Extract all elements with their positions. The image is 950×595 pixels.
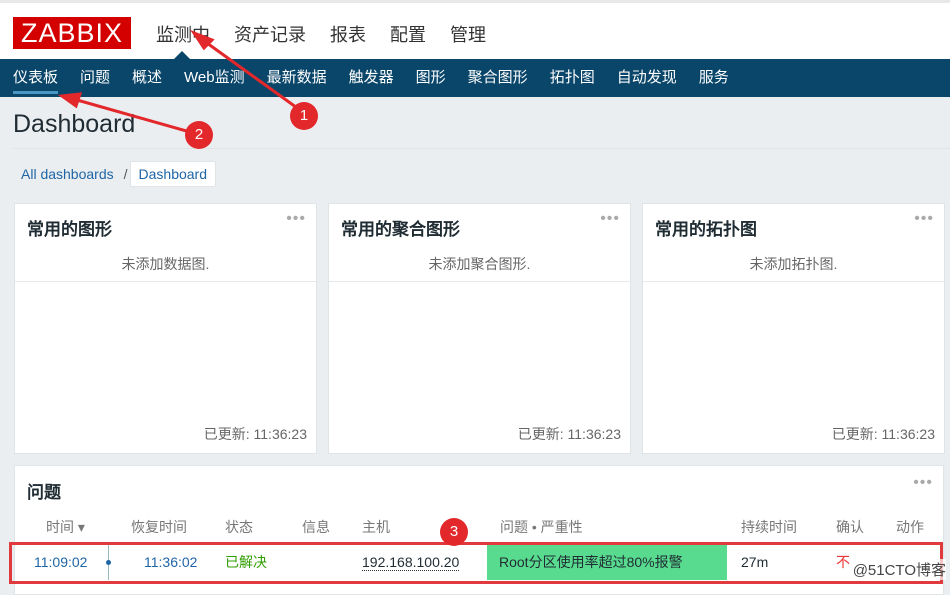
zabbix-logo[interactable]: ZABBIX bbox=[13, 17, 131, 49]
submenu-web[interactable]: Web监测 bbox=[184, 59, 245, 97]
widget-title: 常用的拓扑图 bbox=[655, 220, 757, 239]
col-time[interactable]: 时间 ▾ bbox=[46, 517, 85, 537]
updated-time: 已更新: 11:36:23 bbox=[831, 426, 935, 442]
annotation-badge-1: 1 bbox=[290, 102, 318, 130]
menu-monitoring[interactable]: 监测中 bbox=[156, 21, 210, 47]
problem-time[interactable]: 11:09:02 bbox=[34, 540, 87, 584]
problem-duration: 27m bbox=[741, 554, 769, 570]
widget-favourite-screens: 常用的聚合图形 ••• 未添加聚合图形. 已更新: 11:36:23 bbox=[328, 203, 631, 454]
page-title: Dashboard bbox=[13, 110, 136, 138]
watermark: @51CTO博客 bbox=[852, 559, 946, 580]
submenu-maps[interactable]: 拓扑图 bbox=[550, 59, 595, 97]
widget-favourite-maps: 常用的拓扑图 ••• 未添加拓扑图. 已更新: 11:36:23 bbox=[642, 203, 945, 454]
col-status: 状态 bbox=[225, 519, 253, 535]
widget-title: 常用的图形 bbox=[27, 220, 112, 239]
breadcrumb-current[interactable]: Dashboard bbox=[129, 161, 217, 187]
sub-menu: 仪表板 问题 概述 Web监测 最新数据 触发器 图形 聚合图形 拓扑图 自动发… bbox=[0, 59, 950, 97]
more-icon[interactable]: ••• bbox=[914, 210, 934, 228]
updated-time: 已更新: 11:36:23 bbox=[517, 426, 621, 442]
active-menu-caret bbox=[174, 51, 190, 59]
problem-ack[interactable]: 不 bbox=[836, 540, 850, 584]
breadcrumb: All dashboards / Dashboard bbox=[13, 161, 217, 187]
menu-administration[interactable]: 管理 bbox=[450, 21, 486, 47]
more-icon[interactable]: ••• bbox=[600, 210, 620, 228]
submenu-discovery[interactable]: 自动发现 bbox=[617, 59, 677, 97]
col-actions: 动作 bbox=[896, 519, 924, 535]
problem-name[interactable]: Root分区使用率超过80%报警 bbox=[487, 545, 727, 580]
breadcrumb-all-dashboards[interactable]: All dashboards bbox=[13, 162, 122, 186]
problem-recovery-time[interactable]: 11:36:02 bbox=[144, 540, 197, 584]
submenu-latest-data[interactable]: 最新数据 bbox=[267, 59, 327, 97]
divider bbox=[13, 148, 950, 149]
annotation-badge-3: 3 bbox=[440, 518, 468, 546]
empty-message: 未添加聚合图形. bbox=[428, 256, 531, 272]
timeline-dot bbox=[106, 560, 111, 565]
menu-reports[interactable]: 报表 bbox=[330, 21, 366, 47]
col-info: 信息 bbox=[302, 519, 330, 535]
widget-favourite-graphs: 常用的图形 ••• 未添加数据图. 已更新: 11:36:23 bbox=[14, 203, 317, 454]
empty-message: 未添加数据图. bbox=[121, 256, 210, 272]
submenu-problems[interactable]: 问题 bbox=[80, 59, 110, 97]
divider bbox=[643, 281, 944, 282]
col-recovery-time: 恢复时间 bbox=[131, 519, 187, 535]
submenu-dashboard[interactable]: 仪表板 bbox=[13, 59, 59, 97]
annotation-badge-2: 2 bbox=[185, 121, 213, 149]
problem-host[interactable]: 192.168.100.20 bbox=[362, 554, 460, 571]
top-bar: ZABBIX 监测中 资产记录 报表 配置 管理 bbox=[0, 0, 950, 59]
submenu-overview[interactable]: 概述 bbox=[132, 59, 162, 97]
col-host: 主机 bbox=[362, 519, 390, 535]
submenu-triggers[interactable]: 触发器 bbox=[349, 59, 394, 97]
submenu-graphs[interactable]: 图形 bbox=[416, 59, 446, 97]
empty-message: 未添加拓扑图. bbox=[749, 256, 838, 272]
submenu-services[interactable]: 服务 bbox=[699, 59, 729, 97]
breadcrumb-separator: / bbox=[123, 166, 128, 182]
menu-configuration[interactable]: 配置 bbox=[390, 21, 426, 47]
divider bbox=[329, 281, 630, 282]
col-ack: 确认 bbox=[836, 519, 864, 535]
widget-title: 问题 bbox=[27, 483, 61, 502]
problem-status: 已解决 bbox=[225, 554, 267, 570]
divider bbox=[15, 281, 316, 282]
updated-time: 已更新: 11:36:23 bbox=[203, 426, 307, 442]
col-duration: 持续时间 bbox=[741, 519, 797, 535]
col-problem-severity: 问题 • 严重性 bbox=[500, 519, 583, 535]
widget-title: 常用的聚合图形 bbox=[341, 220, 460, 239]
more-icon[interactable]: ••• bbox=[286, 210, 306, 228]
more-icon[interactable]: ••• bbox=[913, 474, 933, 492]
menu-inventory[interactable]: 资产记录 bbox=[234, 21, 306, 47]
submenu-screens[interactable]: 聚合图形 bbox=[468, 59, 528, 97]
main-menu: 监测中 资产记录 报表 配置 管理 bbox=[156, 21, 486, 47]
